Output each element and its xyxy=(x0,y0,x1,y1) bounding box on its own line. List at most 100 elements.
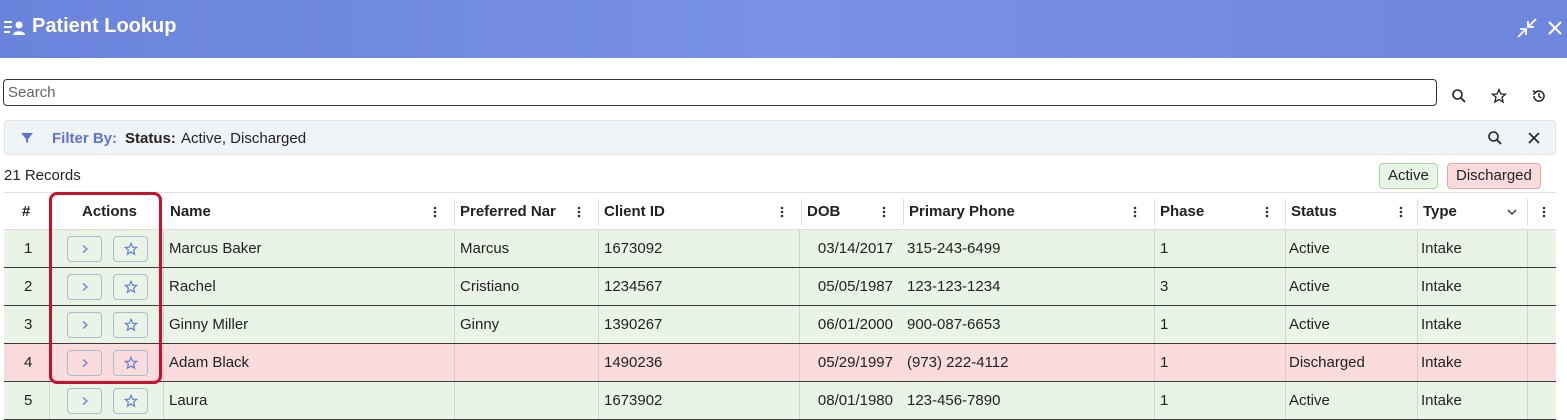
patient-name: Laura xyxy=(169,392,208,409)
type: Intake xyxy=(1421,278,1462,295)
column-menu-icon[interactable] xyxy=(428,205,442,219)
filter-value: Active, Discharged xyxy=(181,130,307,147)
primary-phone: (973) 222-4112 xyxy=(907,354,1009,371)
row-number: 4 xyxy=(24,354,33,371)
cell-divider xyxy=(49,306,50,343)
column-header-number[interactable]: # xyxy=(14,193,44,230)
cell-divider xyxy=(1527,344,1528,381)
cell-divider xyxy=(1527,382,1528,419)
patient-list-icon xyxy=(4,21,25,35)
filter-label[interactable]: Filter By: xyxy=(52,130,117,147)
column-menu-icon[interactable] xyxy=(877,205,891,219)
row-number: 5 xyxy=(24,392,33,409)
history-icon xyxy=(1532,89,1545,102)
history-button[interactable] xyxy=(1528,85,1550,107)
window-title: Patient Lookup xyxy=(32,15,177,37)
star-icon xyxy=(123,356,138,370)
favorite-patient-button[interactable] xyxy=(113,312,148,338)
column-menu-icon[interactable] xyxy=(1260,205,1274,219)
legend-discharged: Discharged xyxy=(1447,163,1541,189)
cell-divider xyxy=(49,344,50,381)
client-id: 1673902 xyxy=(604,392,663,409)
chevron-right-icon xyxy=(82,359,88,367)
row-number: 3 xyxy=(24,316,33,333)
search-button[interactable] xyxy=(1448,85,1470,107)
phase: 3 xyxy=(1160,278,1169,295)
primary-phone: 315-243-6499 xyxy=(907,240,1001,257)
client-id: 1673092 xyxy=(604,240,663,257)
row-number: 1 xyxy=(24,240,33,257)
favorite-patient-button[interactable] xyxy=(113,274,148,300)
column-header-type[interactable]: Type xyxy=(1415,193,1485,230)
column-menu-icon[interactable] xyxy=(775,205,789,219)
open-patient-button[interactable] xyxy=(67,388,102,414)
open-patient-button[interactable] xyxy=(67,236,102,262)
status: Discharged xyxy=(1289,354,1365,371)
star-icon xyxy=(123,318,138,332)
cell-divider xyxy=(1527,306,1528,343)
preferred-name xyxy=(454,344,598,381)
type: Intake xyxy=(1421,240,1462,257)
table-row[interactable]: 2 Rachel Cristiano 1234567 05/05/1987 12… xyxy=(4,268,1556,306)
chevron-down-icon[interactable] xyxy=(1505,205,1519,219)
favorite-patient-button[interactable] xyxy=(113,388,148,414)
dob: 05/29/1997 xyxy=(817,354,893,371)
column-menu-icon[interactable] xyxy=(1128,205,1142,219)
clear-filter-button[interactable] xyxy=(1523,127,1545,149)
favorite-patient-button[interactable] xyxy=(113,350,148,376)
primary-phone: 123-456-7890 xyxy=(907,392,1001,409)
table-row[interactable]: 4 Adam Black 1490236 05/29/1997 (973) 22… xyxy=(4,344,1556,382)
chevron-right-icon xyxy=(82,283,88,291)
column-header-phase[interactable]: Phase xyxy=(1152,193,1232,230)
type: Intake xyxy=(1421,392,1462,409)
open-patient-button[interactable] xyxy=(67,274,102,300)
column-menu-icon[interactable] xyxy=(1537,205,1551,219)
column-menu-icon[interactable] xyxy=(572,205,586,219)
column-header-dob[interactable]: DOB xyxy=(799,193,859,230)
column-header-name[interactable]: Name xyxy=(162,193,412,230)
row-number: 2 xyxy=(24,278,33,295)
cell-divider xyxy=(49,382,50,419)
cell-divider xyxy=(1527,230,1528,267)
column-header-client-id[interactable]: Client ID xyxy=(596,193,756,230)
search-input[interactable] xyxy=(3,79,1437,106)
dob: 05/05/1987 xyxy=(817,278,893,295)
table-row[interactable]: 1 Marcus Baker Marcus 1673092 03/14/2017… xyxy=(4,230,1556,268)
close-icon[interactable] xyxy=(1545,17,1565,39)
column-menu-icon[interactable] xyxy=(1394,205,1408,219)
phase: 1 xyxy=(1160,316,1169,333)
type: Intake xyxy=(1421,316,1462,333)
favorite-patient-button[interactable] xyxy=(113,236,148,262)
preferred-name: Marcus xyxy=(460,240,510,257)
table-row[interactable]: 3 Ginny Miller Ginny 1390267 06/01/2000 … xyxy=(4,306,1556,344)
collapse-icon[interactable] xyxy=(1516,17,1538,39)
filter-key: Status: xyxy=(125,130,176,147)
chevron-right-icon xyxy=(82,245,88,253)
column-header-preferred-name[interactable]: Preferred Nar xyxy=(452,193,556,230)
column-header-primary-phone[interactable]: Primary Phone xyxy=(901,193,1101,230)
favorites-button[interactable] xyxy=(1488,85,1510,107)
status: Active xyxy=(1289,392,1330,409)
phase: 1 xyxy=(1160,354,1169,371)
status: Active xyxy=(1289,240,1330,257)
status: Active xyxy=(1289,278,1330,295)
column-header-actions: Actions xyxy=(82,203,138,220)
column-divider[interactable] xyxy=(1527,199,1528,225)
open-patient-button[interactable] xyxy=(67,350,102,376)
star-icon xyxy=(123,242,138,256)
column-header-status[interactable]: Status xyxy=(1283,193,1373,230)
patient-name: Adam Black xyxy=(169,354,250,371)
dob: 03/14/2017 xyxy=(817,240,893,257)
dob: 08/01/1980 xyxy=(817,392,893,409)
patient-table: # Actions Name Preferred Nar Client ID D… xyxy=(4,192,1556,420)
primary-phone: 900-087-6653 xyxy=(907,316,1001,333)
preferred-name: Ginny xyxy=(460,316,500,333)
dob: 06/01/2000 xyxy=(817,316,893,333)
star-icon xyxy=(123,280,138,294)
open-patient-button[interactable] xyxy=(67,312,102,338)
patient-name: Rachel xyxy=(169,278,216,295)
table-row[interactable]: 5 Laura 1673902 08/01/1980 123-456-7890 … xyxy=(4,382,1556,420)
type: Intake xyxy=(1421,354,1462,371)
filter-icon[interactable] xyxy=(20,131,34,145)
filter-search-button[interactable] xyxy=(1484,127,1506,149)
